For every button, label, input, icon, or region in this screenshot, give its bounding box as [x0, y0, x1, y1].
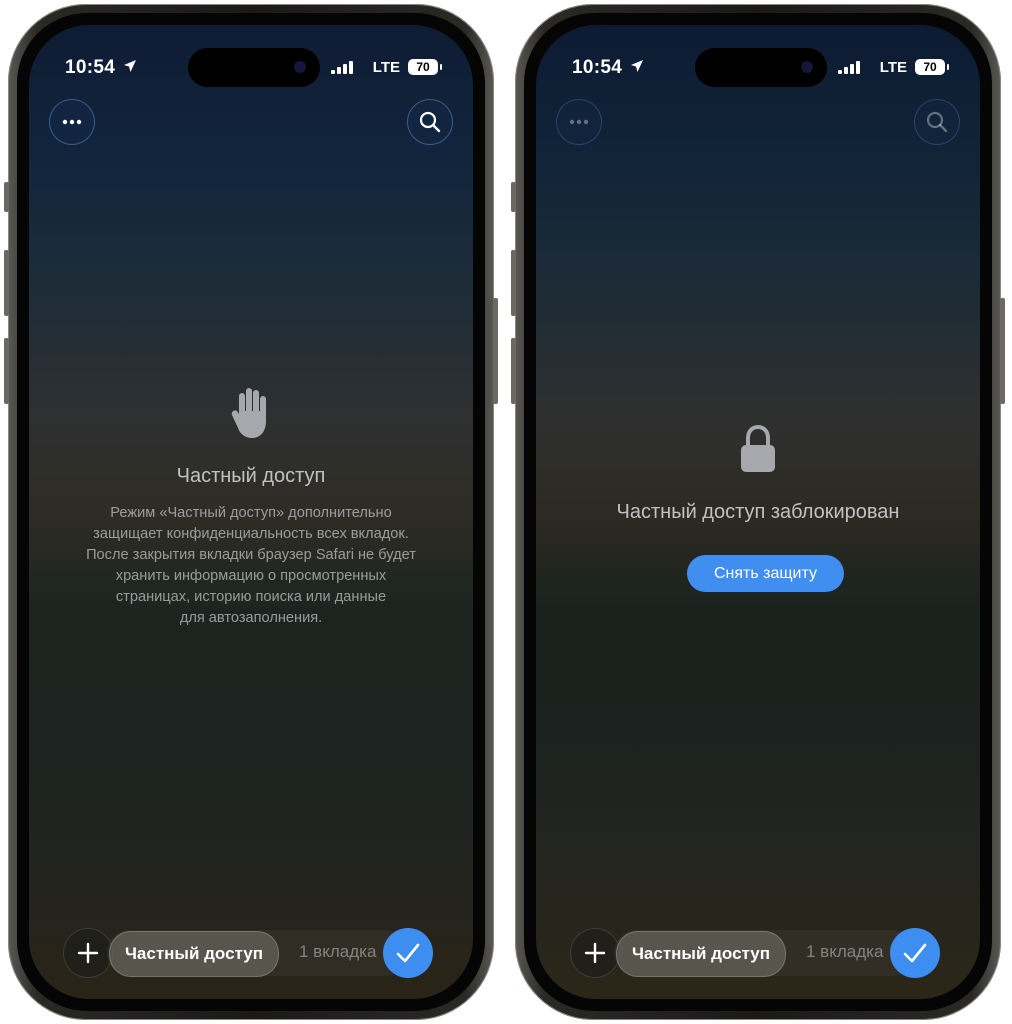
- tab-group-count[interactable]: 1 вкладка: [806, 942, 883, 962]
- screen: 10:54 LTE 70: [29, 25, 473, 999]
- page-title: Частный доступ заблокирован: [616, 501, 900, 523]
- volume-up-button: [4, 250, 9, 316]
- dynamic-island: [695, 48, 827, 87]
- battery-indicator: 70: [915, 59, 949, 75]
- tab-group-bar: Частный доступ 1 вкладка: [570, 928, 946, 978]
- action-button: [4, 182, 9, 212]
- camera-icon: [294, 61, 306, 73]
- done-button[interactable]: [890, 928, 940, 978]
- search-button[interactable]: [407, 99, 453, 145]
- power-button: [493, 298, 498, 404]
- unlock-button[interactable]: Снять защиту: [687, 555, 844, 592]
- volume-down-button: [4, 338, 9, 404]
- more-button[interactable]: [49, 99, 95, 145]
- volume-up-button: [511, 250, 516, 316]
- new-tab-button[interactable]: [63, 928, 113, 978]
- bezel: 10:54 LTE 70: [524, 13, 992, 1011]
- status-time: 10:54: [572, 57, 623, 78]
- action-button: [511, 182, 516, 212]
- plus-icon: [584, 942, 606, 964]
- location-arrow-icon: [124, 60, 136, 72]
- phone-right: 10:54 LTE 70 Частный доступ заблокирован…: [511, 4, 1005, 1020]
- checkmark-icon: [903, 943, 927, 963]
- network-type: LTE: [879, 59, 907, 76]
- tab-group-private[interactable]: Частный доступ: [109, 931, 279, 977]
- camera-icon: [801, 61, 813, 73]
- volume-down-button: [511, 338, 516, 404]
- plus-icon: [77, 942, 99, 964]
- power-button: [1000, 298, 1005, 404]
- new-tab-button[interactable]: [570, 928, 620, 978]
- checkmark-icon: [396, 943, 420, 963]
- phone-left: 10:54 LTE 70 Частный доступ Режим «Частн…: [4, 4, 498, 1020]
- done-button[interactable]: [383, 928, 433, 978]
- search-icon: [926, 111, 948, 133]
- network-type: LTE: [372, 59, 400, 76]
- tab-group-bar: Частный доступ 1 вкладка: [63, 928, 439, 978]
- location-arrow-icon: [631, 60, 643, 72]
- more-button[interactable]: [556, 99, 602, 145]
- screen: 10:54 LTE 70: [536, 25, 980, 999]
- bezel: 10:54 LTE 70: [17, 13, 485, 1011]
- dynamic-island: [188, 48, 320, 87]
- signal-icon: [331, 61, 353, 74]
- tab-group-private[interactable]: Частный доступ: [616, 931, 786, 977]
- tab-group-count[interactable]: 1 вкладка: [299, 942, 376, 962]
- ellipsis-icon: [62, 119, 82, 125]
- hand-raised-icon: [29, 387, 473, 444]
- status-time: 10:54: [65, 57, 116, 78]
- battery-indicator: 70: [408, 59, 442, 75]
- ellipsis-icon: [569, 119, 589, 125]
- search-button[interactable]: [914, 99, 960, 145]
- page-title: Частный доступ: [176, 465, 326, 487]
- signal-icon: [838, 61, 860, 74]
- search-icon: [419, 111, 441, 133]
- lock-icon: [536, 424, 980, 478]
- description-text: Режим «Частный доступ» дополнительно защ…: [86, 505, 416, 626]
